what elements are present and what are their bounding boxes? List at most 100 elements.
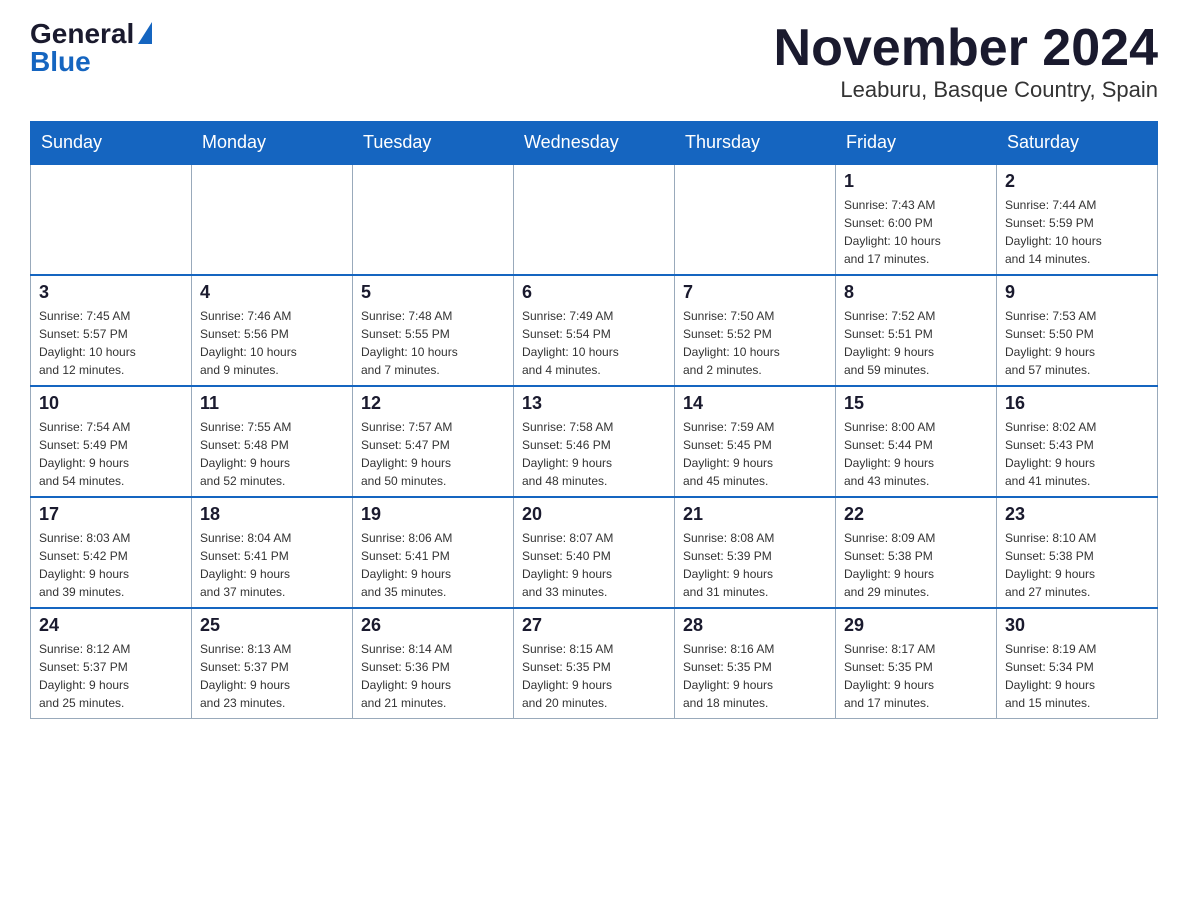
calendar-cell: 21 Sunrise: 8:08 AM Sunset: 5:39 PM Dayli… <box>675 497 836 608</box>
calendar-cell: 22 Sunrise: 8:09 AM Sunset: 5:38 PM Dayli… <box>836 497 997 608</box>
calendar-cell: 20 Sunrise: 8:07 AM Sunset: 5:40 PM Dayli… <box>514 497 675 608</box>
calendar-cell: 23 Sunrise: 8:10 AM Sunset: 5:38 PM Dayli… <box>997 497 1158 608</box>
weekday-header-sunday: Sunday <box>31 122 192 165</box>
calendar-cell: 28 Sunrise: 8:16 AM Sunset: 5:35 PM Dayli… <box>675 608 836 719</box>
calendar-table: SundayMondayTuesdayWednesdayThursdayFrid… <box>30 121 1158 719</box>
day-info: Sunrise: 7:55 AM Sunset: 5:48 PM Dayligh… <box>200 418 344 490</box>
week-row-2: 3 Sunrise: 7:45 AM Sunset: 5:57 PM Daylig… <box>31 275 1158 386</box>
day-number: 10 <box>39 393 183 414</box>
day-info: Sunrise: 7:52 AM Sunset: 5:51 PM Dayligh… <box>844 307 988 379</box>
day-info: Sunrise: 7:45 AM Sunset: 5:57 PM Dayligh… <box>39 307 183 379</box>
week-row-3: 10 Sunrise: 7:54 AM Sunset: 5:49 PM Dayli… <box>31 386 1158 497</box>
day-number: 21 <box>683 504 827 525</box>
day-number: 27 <box>522 615 666 636</box>
calendar-cell <box>353 164 514 275</box>
day-number: 17 <box>39 504 183 525</box>
day-info: Sunrise: 7:44 AM Sunset: 5:59 PM Dayligh… <box>1005 196 1149 268</box>
day-info: Sunrise: 8:12 AM Sunset: 5:37 PM Dayligh… <box>39 640 183 712</box>
day-number: 5 <box>361 282 505 303</box>
calendar-cell <box>31 164 192 275</box>
day-info: Sunrise: 8:16 AM Sunset: 5:35 PM Dayligh… <box>683 640 827 712</box>
calendar-cell: 9 Sunrise: 7:53 AM Sunset: 5:50 PM Daylig… <box>997 275 1158 386</box>
weekday-header-tuesday: Tuesday <box>353 122 514 165</box>
day-info: Sunrise: 8:15 AM Sunset: 5:35 PM Dayligh… <box>522 640 666 712</box>
day-info: Sunrise: 8:02 AM Sunset: 5:43 PM Dayligh… <box>1005 418 1149 490</box>
day-info: Sunrise: 8:13 AM Sunset: 5:37 PM Dayligh… <box>200 640 344 712</box>
day-number: 11 <box>200 393 344 414</box>
day-info: Sunrise: 8:17 AM Sunset: 5:35 PM Dayligh… <box>844 640 988 712</box>
day-info: Sunrise: 7:50 AM Sunset: 5:52 PM Dayligh… <box>683 307 827 379</box>
weekday-header-wednesday: Wednesday <box>514 122 675 165</box>
calendar-cell <box>514 164 675 275</box>
calendar-cell: 11 Sunrise: 7:55 AM Sunset: 5:48 PM Dayli… <box>192 386 353 497</box>
weekday-header-monday: Monday <box>192 122 353 165</box>
calendar-cell: 13 Sunrise: 7:58 AM Sunset: 5:46 PM Dayli… <box>514 386 675 497</box>
day-number: 13 <box>522 393 666 414</box>
day-info: Sunrise: 7:53 AM Sunset: 5:50 PM Dayligh… <box>1005 307 1149 379</box>
day-number: 9 <box>1005 282 1149 303</box>
day-info: Sunrise: 7:57 AM Sunset: 5:47 PM Dayligh… <box>361 418 505 490</box>
calendar-cell: 25Sunrise: 8:13 AM Sunset: 5:37 PM Dayli… <box>192 608 353 719</box>
day-number: 3 <box>39 282 183 303</box>
calendar-cell: 10 Sunrise: 7:54 AM Sunset: 5:49 PM Dayli… <box>31 386 192 497</box>
calendar-cell: 17 Sunrise: 8:03 AM Sunset: 5:42 PM Dayli… <box>31 497 192 608</box>
calendar-cell <box>192 164 353 275</box>
weekday-header-friday: Friday <box>836 122 997 165</box>
day-info: Sunrise: 7:49 AM Sunset: 5:54 PM Dayligh… <box>522 307 666 379</box>
day-number: 1 <box>844 171 988 192</box>
calendar-cell: 29 Sunrise: 8:17 AM Sunset: 5:35 PM Dayli… <box>836 608 997 719</box>
day-number: 6 <box>522 282 666 303</box>
calendar-cell: 4 Sunrise: 7:46 AM Sunset: 5:56 PM Daylig… <box>192 275 353 386</box>
day-info: Sunrise: 8:00 AM Sunset: 5:44 PM Dayligh… <box>844 418 988 490</box>
day-number: 28 <box>683 615 827 636</box>
week-row-5: 24Sunrise: 8:12 AM Sunset: 5:37 PM Dayli… <box>31 608 1158 719</box>
day-number: 15 <box>844 393 988 414</box>
day-info: Sunrise: 8:10 AM Sunset: 5:38 PM Dayligh… <box>1005 529 1149 601</box>
calendar-cell: 1Sunrise: 7:43 AM Sunset: 6:00 PM Daylig… <box>836 164 997 275</box>
day-number: 18 <box>200 504 344 525</box>
day-number: 20 <box>522 504 666 525</box>
weekday-header-thursday: Thursday <box>675 122 836 165</box>
calendar-cell: 16 Sunrise: 8:02 AM Sunset: 5:43 PM Dayli… <box>997 386 1158 497</box>
day-info: Sunrise: 8:08 AM Sunset: 5:39 PM Dayligh… <box>683 529 827 601</box>
day-info: Sunrise: 8:19 AM Sunset: 5:34 PM Dayligh… <box>1005 640 1149 712</box>
day-info: Sunrise: 7:58 AM Sunset: 5:46 PM Dayligh… <box>522 418 666 490</box>
day-number: 2 <box>1005 171 1149 192</box>
calendar-cell: 5 Sunrise: 7:48 AM Sunset: 5:55 PM Daylig… <box>353 275 514 386</box>
day-info: Sunrise: 7:48 AM Sunset: 5:55 PM Dayligh… <box>361 307 505 379</box>
week-row-1: 1Sunrise: 7:43 AM Sunset: 6:00 PM Daylig… <box>31 164 1158 275</box>
day-info: Sunrise: 8:14 AM Sunset: 5:36 PM Dayligh… <box>361 640 505 712</box>
calendar-cell: 18Sunrise: 8:04 AM Sunset: 5:41 PM Dayli… <box>192 497 353 608</box>
day-number: 23 <box>1005 504 1149 525</box>
day-info: Sunrise: 8:06 AM Sunset: 5:41 PM Dayligh… <box>361 529 505 601</box>
day-number: 26 <box>361 615 505 636</box>
calendar-cell: 15 Sunrise: 8:00 AM Sunset: 5:44 PM Dayli… <box>836 386 997 497</box>
calendar-cell: 30 Sunrise: 8:19 AM Sunset: 5:34 PM Dayli… <box>997 608 1158 719</box>
day-info: Sunrise: 8:07 AM Sunset: 5:40 PM Dayligh… <box>522 529 666 601</box>
week-row-4: 17 Sunrise: 8:03 AM Sunset: 5:42 PM Dayli… <box>31 497 1158 608</box>
day-number: 22 <box>844 504 988 525</box>
day-number: 30 <box>1005 615 1149 636</box>
title-block: November 2024 Leaburu, Basque Country, S… <box>774 20 1158 103</box>
day-info: Sunrise: 8:09 AM Sunset: 5:38 PM Dayligh… <box>844 529 988 601</box>
day-info: Sunrise: 7:46 AM Sunset: 5:56 PM Dayligh… <box>200 307 344 379</box>
day-info: Sunrise: 7:54 AM Sunset: 5:49 PM Dayligh… <box>39 418 183 490</box>
page-header: General Blue November 2024 Leaburu, Basq… <box>30 20 1158 103</box>
day-number: 16 <box>1005 393 1149 414</box>
logo-general: General <box>30 20 134 48</box>
calendar-cell: 19Sunrise: 8:06 AM Sunset: 5:41 PM Dayli… <box>353 497 514 608</box>
calendar-cell: 2 Sunrise: 7:44 AM Sunset: 5:59 PM Daylig… <box>997 164 1158 275</box>
day-info: Sunrise: 8:03 AM Sunset: 5:42 PM Dayligh… <box>39 529 183 601</box>
day-number: 4 <box>200 282 344 303</box>
logo: General Blue <box>30 20 152 76</box>
calendar-cell: 14Sunrise: 7:59 AM Sunset: 5:45 PM Dayli… <box>675 386 836 497</box>
day-number: 29 <box>844 615 988 636</box>
day-number: 12 <box>361 393 505 414</box>
calendar-cell: 24Sunrise: 8:12 AM Sunset: 5:37 PM Dayli… <box>31 608 192 719</box>
page-subtitle: Leaburu, Basque Country, Spain <box>774 77 1158 103</box>
calendar-cell: 12 Sunrise: 7:57 AM Sunset: 5:47 PM Dayli… <box>353 386 514 497</box>
day-number: 14 <box>683 393 827 414</box>
calendar-cell: 26 Sunrise: 8:14 AM Sunset: 5:36 PM Dayli… <box>353 608 514 719</box>
day-number: 8 <box>844 282 988 303</box>
page-title: November 2024 <box>774 20 1158 77</box>
